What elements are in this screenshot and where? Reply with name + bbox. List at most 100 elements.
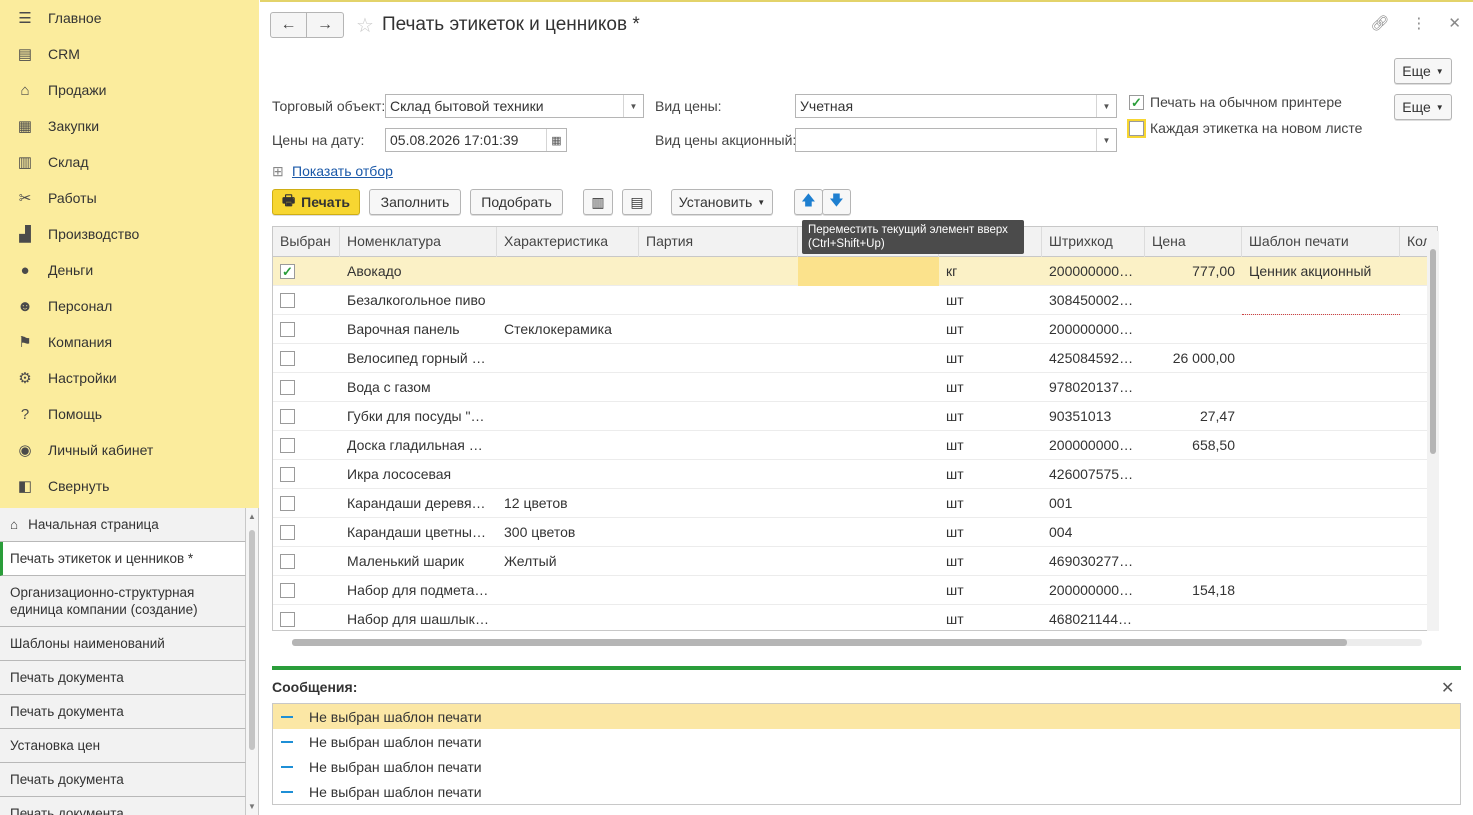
nav-item-account[interactable]: ◉ Личный кабинет (0, 432, 259, 468)
empty-cell[interactable] (798, 257, 939, 286)
print-button[interactable]: 🖶 Печать (272, 189, 360, 215)
table-row[interactable]: Варочная панель Стеклокерамика шт 200000000… (273, 315, 1437, 344)
message-item[interactable]: Не выбран шаблон печати (273, 754, 1460, 779)
table-row[interactable]: Набор для шашлыков шт 4680211441… (273, 605, 1437, 630)
batch-cell[interactable] (639, 431, 798, 460)
table-row[interactable]: Безалкогольное пиво шт 308450002… (273, 286, 1437, 315)
table-row[interactable]: ✓ Авокадо кг 200000000… 777,00 Ценник акционн… (273, 257, 1437, 286)
message-item[interactable]: Не выбран шаблон печати (273, 779, 1460, 804)
unit-cell[interactable]: шт (939, 431, 1042, 460)
unit-cell[interactable]: шт (939, 489, 1042, 518)
fill-button[interactable]: Заполнить (369, 189, 461, 215)
row-checkbox[interactable] (280, 322, 295, 337)
forward-button[interactable]: → (307, 12, 344, 38)
scroll-thumb[interactable] (249, 530, 255, 750)
nav-item-crm[interactable]: ▤ CRM (0, 36, 259, 72)
price-cell[interactable] (1145, 315, 1242, 344)
close-icon[interactable]: ✕ (1448, 14, 1461, 32)
template-cell[interactable] (1242, 576, 1400, 605)
unit-cell[interactable]: шт (939, 402, 1042, 431)
row-checkbox[interactable] (280, 351, 295, 366)
table-row[interactable]: Маленький шарик Желтый шт 469030277… (273, 547, 1437, 576)
column-header[interactable]: Партия (639, 227, 798, 257)
empty-cell[interactable] (798, 489, 939, 518)
more-button-top[interactable]: Еще ▼ (1394, 58, 1452, 84)
barcode-button[interactable]: ▥ (583, 189, 613, 215)
row-checkbox[interactable] (280, 612, 295, 627)
char-cell[interactable] (497, 344, 639, 373)
selected-cell[interactable] (273, 286, 340, 315)
template-cell[interactable] (1242, 518, 1400, 547)
column-header[interactable]: Штрихкод (1042, 227, 1145, 257)
unit-cell[interactable]: шт (939, 547, 1042, 576)
selected-cell[interactable] (273, 344, 340, 373)
table-row[interactable]: Икра лососевая шт 426007575… (273, 460, 1437, 489)
row-checkbox[interactable]: ✓ (280, 264, 295, 279)
name-cell[interactable]: Варочная панель (340, 315, 497, 344)
price-cell[interactable]: 27,47 (1145, 402, 1242, 431)
barcode-cell[interactable]: 425084592… (1042, 344, 1145, 373)
char-cell[interactable] (497, 373, 639, 402)
each-on-new-sheet-checkbox[interactable] (1127, 119, 1146, 138)
char-cell[interactable] (497, 431, 639, 460)
trade-object-field[interactable]: Склад бытовой техники ▼ (385, 94, 644, 118)
open-window-item[interactable]: Шаблоны наименований (0, 627, 246, 661)
name-cell[interactable]: Набор для шашлыков (340, 605, 497, 630)
dropdown-icon[interactable]: ▼ (1096, 95, 1116, 117)
barcode-cell[interactable]: 90351013 (1042, 402, 1145, 431)
empty-cell[interactable] (798, 518, 939, 547)
nav-item-purchases[interactable]: ▦ Закупки (0, 108, 259, 144)
batch-cell[interactable] (639, 547, 798, 576)
price-cell[interactable] (1145, 286, 1242, 315)
price-cell[interactable] (1145, 605, 1242, 630)
barcode-cell[interactable]: 426007575… (1042, 460, 1145, 489)
barcode-cell[interactable]: 200000000… (1042, 576, 1145, 605)
selected-cell[interactable] (273, 547, 340, 576)
batch-cell[interactable] (639, 286, 798, 315)
row-checkbox[interactable] (280, 438, 295, 453)
close-icon[interactable]: ✕ (1441, 678, 1454, 698)
char-cell[interactable]: 12 цветов (497, 489, 639, 518)
char-cell[interactable] (497, 576, 639, 605)
scroll-up-icon[interactable]: ▲ (248, 512, 256, 521)
barcode-cell[interactable]: 200000000… (1042, 431, 1145, 460)
row-checkbox[interactable] (280, 409, 295, 424)
message-item[interactable]: Не выбран шаблон печати (273, 729, 1460, 754)
barcode-cell[interactable]: 4680211441… (1042, 605, 1145, 630)
set-button[interactable]: Установить ▼ (671, 189, 773, 215)
row-checkbox[interactable] (280, 380, 295, 395)
price-cell[interactable] (1145, 489, 1242, 518)
template-cell[interactable] (1242, 373, 1400, 402)
template-cell[interactable] (1242, 489, 1400, 518)
batch-cell[interactable] (639, 344, 798, 373)
unit-cell[interactable]: шт (939, 460, 1042, 489)
table-row[interactable]: Набор для подмета… шт 200000000… 154,18 (273, 576, 1437, 605)
nav-item-settings[interactable]: ⚙ Настройки (0, 360, 259, 396)
favorite-star-icon[interactable]: ☆ (356, 13, 374, 38)
selected-cell[interactable] (273, 518, 340, 547)
empty-cell[interactable] (798, 547, 939, 576)
document-button[interactable]: ▤ (622, 189, 652, 215)
selected-cell[interactable] (273, 373, 340, 402)
price-cell[interactable]: 154,18 (1145, 576, 1242, 605)
char-cell[interactable]: 300 цветов (497, 518, 639, 547)
column-header[interactable]: Характеристика (497, 227, 639, 257)
price-cell[interactable] (1145, 518, 1242, 547)
table-row[interactable]: Губки для посуды "К… шт 90351013 27,47 (273, 402, 1437, 431)
barcode-cell[interactable]: 200000000… (1042, 257, 1145, 286)
batch-cell[interactable] (639, 489, 798, 518)
column-header[interactable]: Цена (1145, 227, 1242, 257)
scroll-thumb[interactable] (1430, 249, 1436, 454)
template-cell[interactable]: Ценник акционный (1242, 257, 1400, 286)
open-window-item[interactable]: Печать этикеток и ценников * (0, 542, 246, 576)
table-horizontal-scrollbar[interactable] (272, 636, 1438, 648)
dropdown-icon[interactable]: ▼ (1096, 129, 1116, 151)
open-window-item[interactable]: Печать документа (0, 763, 246, 797)
template-cell[interactable] (1242, 402, 1400, 431)
column-header[interactable]: Выбран (273, 227, 340, 257)
name-cell[interactable]: Велосипед горный S… (340, 344, 497, 373)
char-cell[interactable]: Стеклокерамика (497, 315, 639, 344)
nav-item-collapse[interactable]: ◧ Свернуть (0, 468, 259, 504)
print-regular-checkbox[interactable]: ✓ (1129, 95, 1144, 110)
price-date-field[interactable]: 05.08.2026 17:01:39 ▦ (385, 128, 567, 152)
